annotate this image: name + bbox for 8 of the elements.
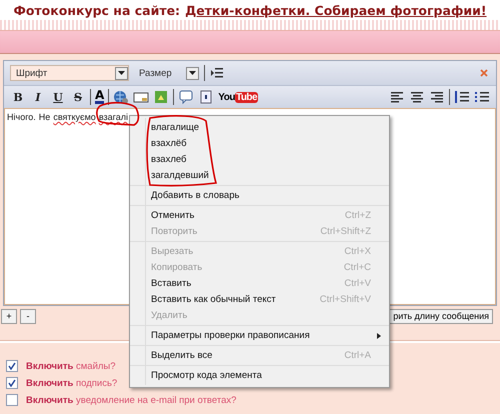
message-word: Нічого. (7, 112, 36, 124)
option-label: Включить смайлы? (26, 360, 116, 372)
headline-text: Фотоконкурс на сайте: (13, 2, 180, 18)
misspelled-word: святкуємо (53, 112, 96, 124)
option-label: Включить уведомление на e-mail при ответах? (26, 394, 236, 406)
misspelled-word: взагалі (98, 112, 128, 124)
option-label: Включить подпись? (26, 378, 118, 388)
message-word: Не (38, 112, 50, 124)
